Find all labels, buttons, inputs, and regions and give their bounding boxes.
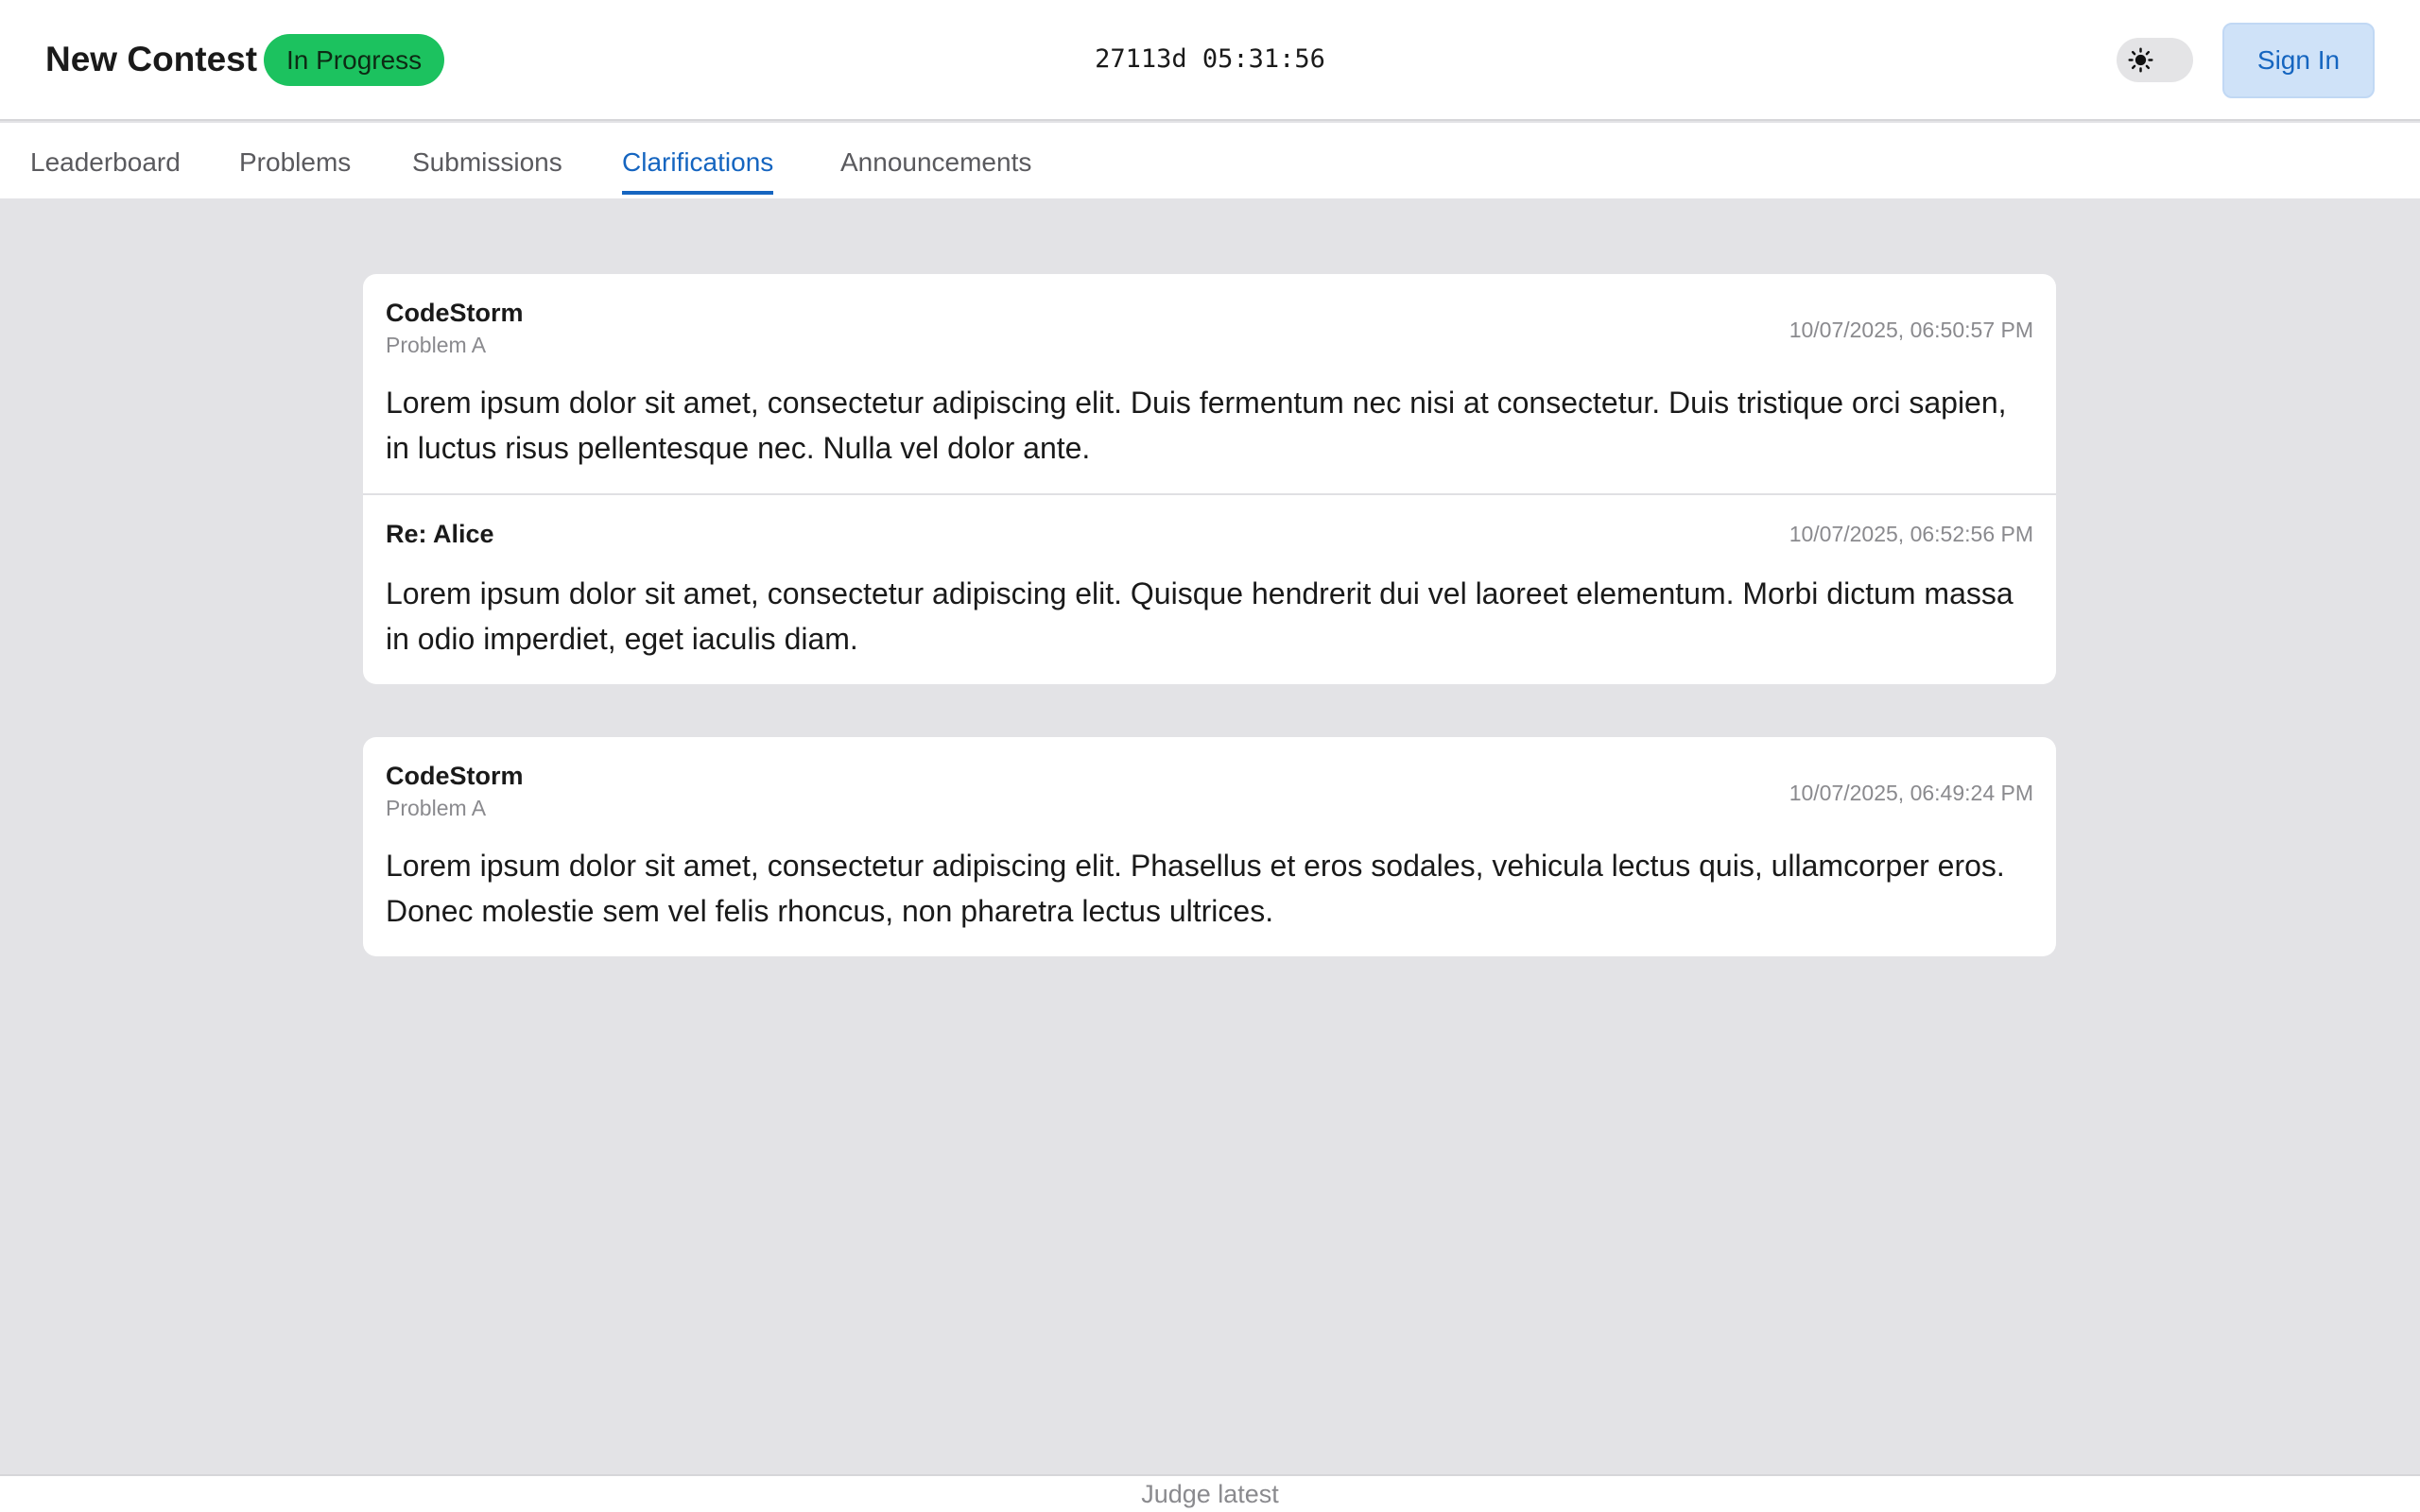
reply-author: Re: Alice xyxy=(386,520,494,548)
message-text: Lorem ipsum dolor sit amet, consectetur … xyxy=(386,849,2005,928)
sign-in-button[interactable]: Sign In xyxy=(2222,23,2375,98)
problem-label: Problem A xyxy=(386,796,487,820)
footer: Judge latest xyxy=(0,1474,2420,1512)
tab-announcements[interactable]: Announcements xyxy=(840,144,1031,191)
timestamp: 10/07/2025, 06:50:57 PM xyxy=(1789,318,2033,342)
clarification-question: CodeStorm Problem A 10/07/2025, 06:49:24… xyxy=(363,737,2056,956)
tab-leaderboard[interactable]: Leaderboard xyxy=(30,144,181,191)
clarification-card: CodeStorm Problem A 10/07/2025, 06:49:24… xyxy=(363,737,2056,956)
sun-icon xyxy=(2128,47,2153,73)
tab-bar: Leaderboard Problems Submissions Clarifi… xyxy=(0,123,2420,198)
reply-text: Lorem ipsum dolor sit amet, consectetur … xyxy=(386,576,2014,656)
author-name: CodeStorm xyxy=(386,299,524,327)
tab-submissions[interactable]: Submissions xyxy=(412,144,562,191)
clarification-card: CodeStorm Problem A 10/07/2025, 06:50:57… xyxy=(363,274,2056,684)
message-text: Lorem ipsum dolor sit amet, consectetur … xyxy=(386,386,2007,465)
contest-timer: 27113d 05:31:56 xyxy=(1095,44,1325,74)
timestamp: 10/07/2025, 06:52:56 PM xyxy=(1789,522,2033,546)
problem-label: Problem A xyxy=(386,333,487,357)
tab-clarifications[interactable]: Clarifications xyxy=(622,144,774,195)
timestamp: 10/07/2025, 06:49:24 PM xyxy=(1789,781,2033,805)
tab-problems[interactable]: Problems xyxy=(239,144,351,191)
top-bar: New Contest In Progress 27113d 05:31:56 … xyxy=(0,0,2420,121)
theme-toggle[interactable] xyxy=(2117,38,2193,82)
clarification-reply: Re: Alice 10/07/2025, 06:52:56 PM Lorem … xyxy=(363,495,2056,684)
author-name: CodeStorm xyxy=(386,762,524,790)
clarification-question: CodeStorm Problem A 10/07/2025, 06:50:57… xyxy=(363,274,2056,493)
